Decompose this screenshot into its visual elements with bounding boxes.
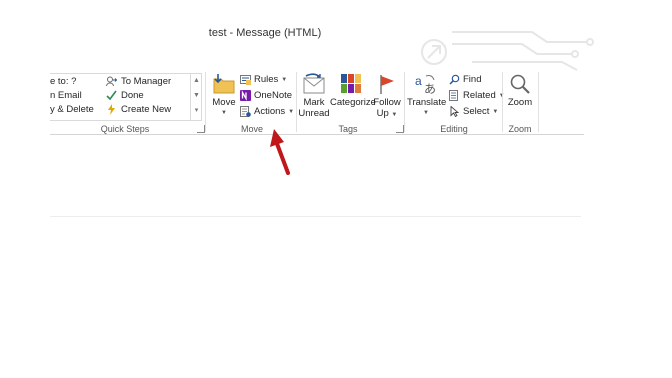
- related-button[interactable]: Related ▼: [449, 90, 505, 101]
- create-new-label: Create New: [121, 104, 172, 115]
- cursor-icon: [450, 106, 460, 117]
- svg-text:a: a: [415, 74, 422, 88]
- categorize-label: Categorize: [330, 97, 376, 108]
- tags-dialog-launcher-icon[interactable]: [396, 125, 404, 133]
- scroll-up-icon[interactable]: ▲: [191, 73, 202, 88]
- group-label-tags: Tags: [338, 124, 358, 134]
- group-separator: [502, 72, 503, 132]
- select-label: Select: [463, 106, 490, 117]
- mark-unread-button[interactable]: Mark Unread: [298, 73, 330, 119]
- translate-icon: a あ: [415, 74, 436, 95]
- search-icon: [449, 74, 460, 85]
- red-arrow-annotation: [270, 129, 290, 175]
- done-label: Done: [121, 90, 144, 101]
- mark-unread-label-line2: Unread: [298, 108, 330, 119]
- translate-dropdown-icon: ▼: [423, 110, 429, 116]
- actions-dropdown-icon: ▼: [288, 108, 295, 115]
- to-manager-icon: [106, 76, 117, 87]
- actions-icon: [240, 106, 251, 117]
- onenote-icon: [240, 90, 251, 101]
- group-label-zoom: Zoom: [508, 124, 532, 134]
- find-label: Find: [463, 74, 482, 85]
- quick-step-move-to[interactable]: e to: ?: [50, 76, 76, 87]
- checkmark-icon: [106, 90, 117, 101]
- follow-up-label-line1: Follow: [373, 97, 401, 108]
- rules-label: Rules: [254, 74, 279, 85]
- lightning-icon: [108, 104, 115, 115]
- scroll-down-icon[interactable]: ▼: [191, 88, 202, 103]
- rules-button[interactable]: Rules ▼: [240, 74, 287, 85]
- translate-label: Translate: [407, 97, 447, 108]
- envelope-icon: [303, 73, 325, 94]
- group-label-quick-steps: Quick Steps: [100, 124, 150, 134]
- actions-label: Actions: [254, 106, 286, 117]
- onenote-label: OneNote: [254, 90, 293, 101]
- follow-up-label-line2: Up ▼: [376, 108, 398, 119]
- group-separator: [205, 72, 206, 132]
- mark-unread-label-line1: Mark: [303, 97, 325, 108]
- follow-up-button[interactable]: Follow Up ▼: [373, 73, 401, 121]
- svg-text:あ: あ: [424, 82, 436, 95]
- move-dropdown-icon: ▼: [221, 110, 227, 116]
- onenote-button[interactable]: OneNote: [240, 90, 292, 101]
- move-label: Move: [212, 97, 236, 108]
- group-separator: [404, 72, 405, 132]
- move-folder-icon: [213, 74, 235, 94]
- quick-steps-scrollbar[interactable]: ▲ ▼ ▾: [190, 73, 202, 120]
- decorative-circuit-pattern: [421, 31, 594, 71]
- select-button[interactable]: Select ▼: [449, 106, 498, 117]
- related-label: Related: [463, 90, 496, 101]
- message-header-divider: [50, 216, 581, 217]
- quick-step-to-manager[interactable]: To Manager: [106, 76, 171, 87]
- quick-steps-dialog-launcher-icon[interactable]: [197, 125, 205, 133]
- group-separator: [538, 72, 539, 132]
- follow-up-dropdown-icon: ▼: [391, 112, 398, 118]
- zoom-button[interactable]: Zoom: [505, 73, 535, 108]
- gallery-expand-icon[interactable]: ▾: [191, 103, 202, 118]
- quick-step-team-email[interactable]: n Email: [50, 90, 82, 101]
- quick-step-done[interactable]: Done: [106, 90, 144, 101]
- categorize-button[interactable]: Categorize: [330, 73, 376, 108]
- ribbon-bottom-border: [50, 134, 584, 135]
- quick-step-create-new[interactable]: Create New: [106, 104, 171, 115]
- zoom-label: Zoom: [507, 97, 533, 108]
- quick-step-reply-delete[interactable]: y & Delete: [50, 104, 94, 115]
- magnifier-icon: [510, 74, 530, 94]
- find-button[interactable]: Find: [449, 74, 481, 85]
- rules-icon: [240, 75, 251, 85]
- related-icon: [449, 90, 458, 101]
- group-separator: [296, 72, 297, 132]
- to-manager-label: To Manager: [121, 76, 172, 87]
- select-dropdown-icon: ▼: [492, 108, 499, 115]
- translate-button[interactable]: a あ Translate ▼: [407, 73, 447, 119]
- group-label-editing: Editing: [440, 124, 468, 134]
- rules-dropdown-icon: ▼: [281, 76, 288, 83]
- categorize-icon: [341, 74, 361, 93]
- actions-button[interactable]: Actions ▼: [240, 106, 294, 117]
- flag-icon: [380, 75, 394, 94]
- move-button[interactable]: Move ▼: [210, 73, 238, 119]
